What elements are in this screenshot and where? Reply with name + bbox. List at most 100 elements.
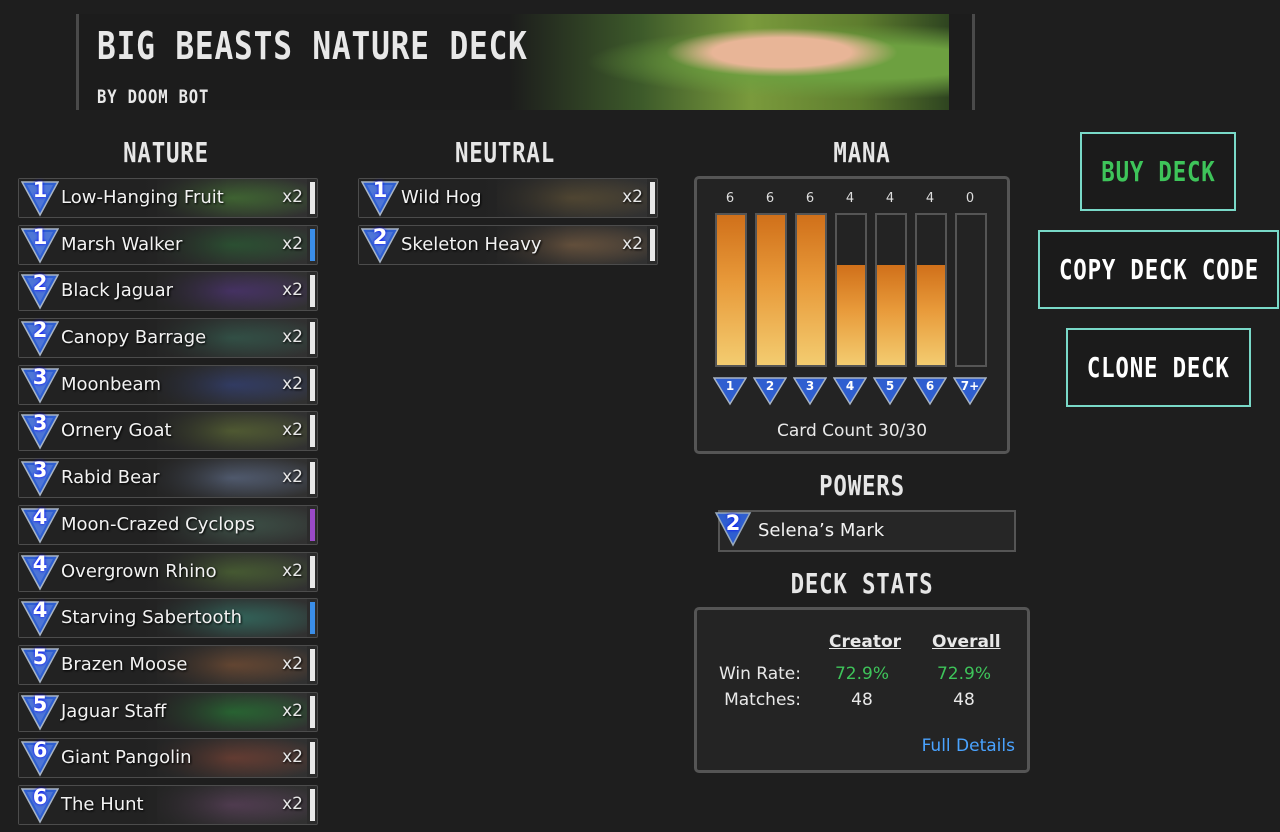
card-quantity: x2 (282, 420, 303, 441)
card-row[interactable]: 6 The Hunt x2 (18, 784, 318, 825)
card-name: Low-Hanging Fruit (61, 187, 224, 208)
copy-deck-code-button[interactable]: COPY DECK CODE (1038, 230, 1279, 309)
full-details-link[interactable]: Full Details (922, 736, 1015, 756)
deck-title: BIG BEASTS NATURE DECK (97, 24, 528, 68)
card-row[interactable]: 4 Overgrown Rhino x2 (18, 551, 318, 592)
card-row[interactable]: 3 Ornery Goat x2 (18, 411, 318, 452)
mana-cost-label: 5 (885, 379, 895, 393)
card-name: Skeleton Heavy (401, 233, 542, 255)
power-row[interactable]: 2 Selena’s Mark (714, 510, 1016, 552)
card-row[interactable]: 1 Low-Hanging Fruit x2 (18, 178, 318, 218)
card-name: Jaguar Staff (61, 700, 167, 722)
creator-matches: 48 (851, 690, 873, 710)
rarity-indicator (650, 228, 655, 261)
stats-header-overall: Overall (932, 632, 1001, 652)
card-name: Giant Pangolin (61, 747, 192, 769)
mana-bar-fill (717, 215, 745, 365)
mana-curve-panel: Card Count 30/30 6 1 6 2 6 3 4 4 4 5 4 6 0 7+ (694, 176, 1010, 454)
card-name: Ornery Goat (61, 420, 172, 442)
mana-heading: MANA (833, 136, 891, 169)
mana-count: 6 (725, 191, 735, 206)
card-cost: 4 (32, 598, 48, 623)
card-name: Marsh Walker (61, 233, 183, 255)
card-name: Overgrown Rhino (61, 560, 217, 582)
card-cost: 2 (372, 224, 388, 249)
buy-deck-button[interactable]: BUY DECK (1080, 132, 1236, 211)
mana-count: 4 (885, 191, 895, 206)
rarity-indicator (310, 695, 315, 728)
powers-heading: POWERS (819, 469, 905, 502)
buy-deck-label: BUY DECK (1100, 155, 1216, 188)
banner-artwork (509, 14, 949, 110)
card-row[interactable]: 3 Moonbeam x2 (18, 364, 318, 405)
card-row[interactable]: 3 Rabid Bear x2 (18, 458, 318, 499)
card-cost: 3 (32, 411, 48, 436)
power-name: Selena’s Mark (758, 520, 885, 541)
mana-count: 6 (765, 191, 775, 206)
rarity-indicator (310, 368, 315, 401)
clone-deck-button[interactable]: CLONE DECK (1066, 328, 1251, 407)
card-name: Moon-Crazed Cyclops (61, 513, 256, 535)
mana-count: 4 (925, 191, 935, 206)
card-cost: 5 (32, 691, 48, 716)
card-quantity: x2 (282, 653, 303, 674)
card-count: Card Count 30/30 (776, 421, 928, 441)
rarity-indicator (310, 228, 315, 261)
rarity-indicator (310, 508, 315, 541)
card-name: The Hunt (61, 793, 144, 815)
mana-bar-fill (797, 215, 825, 365)
card-cost: 2 (32, 271, 48, 296)
mana-cost-label: 7+ (960, 379, 980, 393)
mana-count: 0 (965, 191, 975, 206)
nature-card-list: 1 Low-Hanging Fruit x2 1 Marsh Walker x2 2 Blac… (18, 178, 318, 832)
creator-win-rate: 72.9% (834, 664, 889, 684)
card-cost: 4 (32, 504, 48, 529)
card-quantity: x2 (622, 187, 643, 207)
mana-bar (955, 213, 987, 367)
mana-cost-label: 2 (765, 379, 775, 393)
rarity-indicator (310, 742, 315, 775)
card-name: Rabid Bear (61, 467, 160, 489)
card-row[interactable]: 1 Wild Hog x2 (358, 178, 658, 218)
card-row[interactable]: 4 Moon-Crazed Cyclops (18, 504, 318, 545)
rarity-indicator (310, 275, 315, 308)
card-row[interactable]: 5 Brazen Moose x2 (18, 644, 318, 685)
deck-author: BY DOOM BOT (97, 86, 210, 108)
mana-cost-label: 1 (725, 379, 735, 393)
card-row[interactable]: 6 Giant Pangolin x2 (18, 738, 318, 779)
rarity-indicator (310, 182, 315, 214)
card-row[interactable]: 5 Jaguar Staff x2 (18, 691, 318, 732)
card-row[interactable]: 1 Marsh Walker x2 (18, 224, 318, 265)
rarity-indicator (310, 462, 315, 495)
card-quantity: x2 (282, 373, 303, 394)
card-name: Brazen Moose (61, 653, 188, 675)
card-quantity: x2 (282, 793, 303, 814)
stats-header-creator: Creator (829, 632, 902, 652)
rarity-indicator (310, 788, 315, 821)
overall-win-rate: 72.9% (936, 664, 991, 684)
rarity-indicator (650, 182, 655, 214)
card-cost: 2 (32, 318, 48, 343)
deck-banner: BIG BEASTS NATURE DECK BY DOOM BOT (76, 14, 975, 110)
card-row[interactable]: 2 Skeleton Heavy x2 (358, 224, 658, 265)
card-name: Starving Sabertooth (61, 607, 243, 629)
card-quantity: x2 (282, 187, 303, 207)
rarity-indicator (310, 415, 315, 448)
card-cost: 3 (32, 458, 48, 483)
win-rate-label: Win Rate: (718, 664, 801, 684)
card-name: Wild Hog (401, 187, 482, 208)
card-row[interactable]: 2 Black Jaguar x2 (18, 271, 318, 312)
card-row[interactable]: 4 Starving Sabertooth (18, 598, 318, 639)
mana-bar (795, 213, 827, 367)
deck-stats-panel: Creator Overall Win Rate: Matches: 72.9%… (694, 607, 1030, 773)
card-cost: 1 (32, 224, 48, 249)
card-cost: 4 (32, 551, 48, 576)
deck-stats-heading: DECK STATS (790, 567, 934, 600)
card-cost: 6 (32, 738, 48, 763)
mana-bar (715, 213, 747, 367)
matches-label: Matches: (724, 690, 801, 710)
card-name: Moonbeam (61, 373, 162, 395)
card-row[interactable]: 2 Canopy Barrage x2 (18, 318, 318, 359)
clone-deck-label: CLONE DECK (1087, 351, 1230, 384)
card-cost: 6 (32, 784, 48, 809)
